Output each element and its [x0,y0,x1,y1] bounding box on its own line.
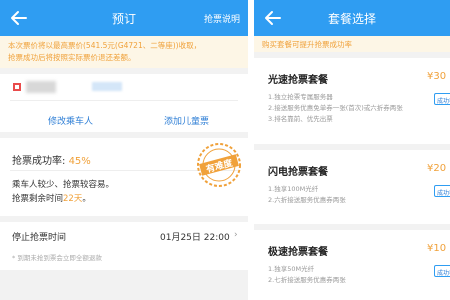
price-notice: 本次票价将以最高票价(541.5元(G4721、二等座))收取， 抢票成功后将按… [0,36,248,68]
passenger-id-blurred [92,82,122,91]
difficulty-stamp: 有难度 [197,143,241,187]
passenger-card: 修改乘车人 添加儿童票 [0,74,248,132]
booking-screen: 预订 抢票说明 本次票价将以最高票价(541.5元(G4721、二等座))收取，… [0,0,248,300]
remaining-time: 抢票剩余时间22天。 [12,192,91,204]
price-notice-line-1: 本次票价将以最高票价(541.5元(G4721、二等座))收取， [8,41,202,50]
package-feature: 2.七折接送服务优惠券两张 [268,276,346,284]
package-hint: 购买套餐可提升抢票成功率 [254,36,450,52]
chevron-right-icon: › [234,230,238,240]
package-card-1[interactable]: 光速抢票套餐 ¥30 成功率 1.独立抢票专属服务器 2.接送服务优惠免单券一张… [254,58,450,144]
refund-note: * 到期未抢到票会立即全额退款 [12,254,102,262]
package-feature: 1.独享50M光纤 [268,265,315,273]
ticket-instructions-link[interactable]: 抢票说明 [204,12,240,25]
package-price: ¥10 [427,243,447,254]
success-rate-badge: 成功率 [434,93,450,105]
success-rate-badge: 成功率 [434,265,450,277]
package-card-2[interactable]: 闪电抢票套餐 ¥20 成功率 1.独享100M光纤 2.六折接送服务优惠券两张 [254,150,450,224]
package-feature: 1.独享100M光纤 [268,185,319,193]
stop-time-row[interactable]: 停止抢票时间 01月25日 22:00 › * 到期未抢到票会立即全额退款 [0,222,248,270]
success-rate-value: 45% [68,156,91,167]
remaining-time-prefix: 抢票剩余时间 [12,194,64,204]
package-card-3[interactable]: 极速抢票套餐 ¥10 成功率 1.独享50M光纤 2.七折接送服务优惠券两张 [254,230,450,300]
package-feature: 2.六折接送服务优惠券两张 [268,196,346,204]
divider [10,100,238,101]
price-notice-line-2: 抢票成功后将按照实际票价退还差额。 [8,53,136,62]
success-rate-card: 抢票成功率: 45% 乘车人较少、抢票较容易。 抢票剩余时间22天。 有难度 [0,138,248,216]
package-title: 光速抢票套餐 [268,75,328,86]
page-title: 套餐选择 [327,12,376,26]
remaining-days: 22天 [63,194,83,204]
add-child-ticket-button[interactable]: 添加儿童票 [164,114,209,127]
remaining-time-suffix: 。 [82,194,91,204]
package-feature: 1.独立抢票专属服务器 [268,93,333,101]
passenger-name-blurred [26,81,56,93]
success-rate-label-text: 抢票成功率: [12,156,66,167]
package-title: 极速抢票套餐 [268,247,328,258]
edit-passenger-button[interactable]: 修改乘车人 [48,114,93,127]
success-rate-badge: 成功率 [434,185,450,197]
package-feature: 2.接送服务优惠免单券一张(首次)或六折券两张 [268,104,403,112]
package-title: 闪电抢票套餐 [268,167,328,178]
booking-navbar: 预订 抢票说明 [0,0,248,36]
passenger-icon [13,83,21,91]
package-selection-screen: 套餐选择 购买套餐可提升抢票成功率 光速抢票套餐 ¥30 成功率 1.独立抢票专… [254,0,450,300]
package-navbar: 套餐选择 [254,0,450,36]
package-price: ¥20 [427,163,447,174]
package-feature: 3.排名靠前、优先出票 [268,115,333,123]
rate-description: 乘车人较少、抢票较容易。 [12,180,115,190]
stop-time-value: 01月25日 22:00 [160,233,230,243]
success-rate-label: 抢票成功率: 45% [12,152,91,167]
stop-time-label: 停止抢票时间 [12,233,67,243]
package-price: ¥30 [427,71,447,82]
